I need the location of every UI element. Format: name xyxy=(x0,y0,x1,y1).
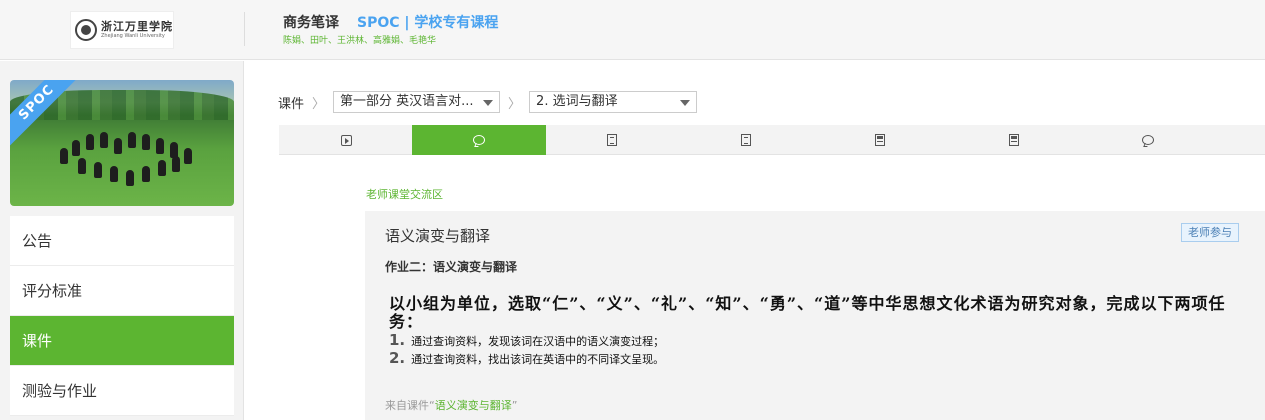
dropdown-arrow-icon xyxy=(483,100,494,106)
dropdown-arrow-icon xyxy=(680,100,691,106)
tab-document-2[interactable] xyxy=(679,125,813,155)
sidebar-item-grading-criteria[interactable]: 评分标准 xyxy=(10,266,234,316)
content-tabs xyxy=(279,125,1265,155)
test-icon xyxy=(875,134,885,146)
discussion-post[interactable]: 语义演变与翻译 老师参与 作业二：语义演变与翻译 以小组为单位，选取“仁”、“义… xyxy=(365,211,1265,420)
sidebar-item-announcements[interactable]: 公告 xyxy=(10,216,234,266)
cover-student-group xyxy=(50,128,220,188)
task-step: 1. 通过查询资料，发现该词在汉语中的语义演变过程； xyxy=(389,331,664,349)
source-courseware-link[interactable]: 语义演变与翻译 xyxy=(435,399,512,412)
post-source: 来自课件“语义演变与翻译” xyxy=(385,397,517,413)
tab-test-1[interactable] xyxy=(813,125,947,155)
post-title[interactable]: 语义演变与翻译 xyxy=(385,225,490,246)
teacher-list: 陈娟、田叶、王洪林、高雅娟、毛艳华 xyxy=(283,36,437,46)
university-emblem-icon xyxy=(75,19,97,41)
teacher-participation-badge: 老师参与 xyxy=(1181,223,1239,242)
logo-english-name: Zhejiang Wanli University xyxy=(101,33,165,39)
top-header: 浙江万里学院 Zhejiang Wanli University 商务笔译 SP… xyxy=(0,0,1265,60)
tab-video[interactable] xyxy=(279,125,413,155)
source-suffix: ” xyxy=(511,399,518,412)
lesson-select[interactable]: 2. 选词与翻译 xyxy=(529,91,698,113)
step-number: 2. xyxy=(389,349,406,367)
breadcrumb: 课件 〉 第一部分 英汉语言对... 〉 2. 选词与翻译 xyxy=(278,91,698,113)
sidebar-item-courseware[interactable]: 课件 xyxy=(10,316,234,366)
breadcrumb-root[interactable]: 课件 xyxy=(278,93,304,112)
discussion-icon xyxy=(1142,135,1154,145)
sidebar-item-quizzes-assignments[interactable]: 测验与作业 xyxy=(10,366,234,416)
logo-chinese-name: 浙江万里学院 xyxy=(101,20,173,33)
chevron-right-icon: 〉 xyxy=(312,96,326,112)
tab-document-1[interactable] xyxy=(545,125,679,155)
document-icon xyxy=(741,134,751,146)
sidebar: SPOC 公告 评分标准 课件 测验与作业 xyxy=(0,61,244,420)
chapter-select-value: 第一部分 英汉语言对... xyxy=(340,94,474,109)
tab-discussion-2[interactable] xyxy=(1081,125,1215,155)
test-icon xyxy=(1009,134,1019,146)
lesson-select-value: 2. 选词与翻译 xyxy=(536,94,618,109)
task-step: 2. 通过查询资料，找出该词在英语中的不同译文呈现。 xyxy=(389,349,664,367)
sidebar-nav: 公告 评分标准 课件 测验与作业 xyxy=(10,216,234,416)
document-icon xyxy=(607,134,617,146)
section-label[interactable]: 老师课堂交流区 xyxy=(366,186,443,202)
step-number: 1. xyxy=(389,331,406,349)
post-subtitle: 作业二：语义演变与翻译 xyxy=(385,260,518,274)
tab-discussion[interactable] xyxy=(412,125,546,155)
course-title: 商务笔译 xyxy=(283,15,339,31)
university-logo[interactable]: 浙江万里学院 Zhejiang Wanli University xyxy=(70,11,174,49)
step-text: 通过查询资料，发现该词在汉语中的语义演变过程； xyxy=(411,335,665,348)
task-description: 以小组为单位，选取“仁”、“义”、“礼”、“知”、“勇”、“道”等中华思想文化术… xyxy=(389,294,1226,331)
task-steps: 1. 通过查询资料，发现该词在汉语中的语义演变过程； 2. 通过查询资料，找出该词在… xyxy=(389,331,664,367)
step-text: 通过查询资料，找出该词在英语中的不同译文呈现。 xyxy=(411,353,665,366)
discussion-icon xyxy=(473,135,485,145)
header-divider xyxy=(244,12,245,46)
course-cover-image: SPOC xyxy=(10,80,234,206)
source-prefix: 来自课件“ xyxy=(385,399,435,412)
tab-test-2[interactable] xyxy=(947,125,1081,155)
chevron-right-icon: 〉 xyxy=(508,96,522,112)
video-icon xyxy=(340,134,352,146)
chapter-select[interactable]: 第一部分 英汉语言对... xyxy=(333,91,501,113)
course-type-tag: SPOC | 学校专有课程 xyxy=(357,15,499,31)
